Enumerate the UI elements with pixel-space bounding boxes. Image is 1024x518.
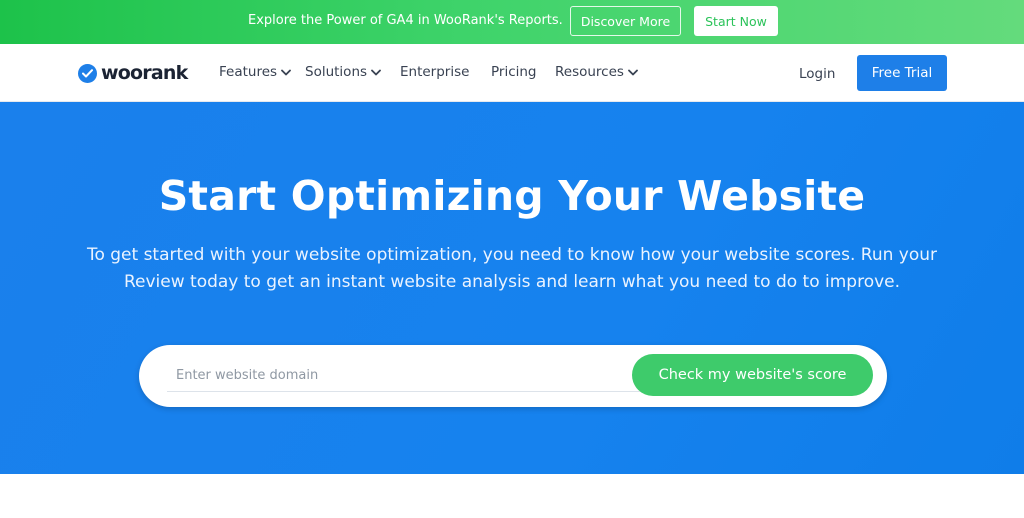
hero-subtitle: To get started with your website optimiz… — [86, 245, 938, 292]
discover-more-button[interactable]: Discover More — [570, 6, 681, 36]
navbar: woorank Features Solutions Enterprise Pr… — [0, 44, 1024, 102]
nav-item-enterprise[interactable]: Enterprise — [400, 64, 469, 80]
nav-item-solutions[interactable]: Solutions — [305, 64, 381, 80]
chevron-down-icon — [371, 69, 381, 75]
promo-banner: Explore the Power of GA4 in WooRank's Re… — [0, 0, 1024, 44]
logo[interactable]: woorank — [78, 61, 188, 85]
login-link[interactable]: Login — [799, 66, 835, 82]
check-score-button[interactable]: Check my website's score — [632, 354, 873, 396]
start-now-button[interactable]: Start Now — [694, 6, 778, 36]
website-search-form: Check my website's score — [139, 345, 887, 407]
nav-item-label: Features — [219, 64, 278, 80]
free-trial-button[interactable]: Free Trial — [857, 55, 947, 91]
logo-text: woorank — [101, 62, 188, 84]
nav-item-pricing[interactable]: Pricing — [491, 64, 537, 80]
hero-section: Start Optimizing Your Website To get sta… — [0, 102, 1024, 474]
promo-text: Explore the Power of GA4 in WooRank's Re… — [248, 13, 563, 28]
nav-item-features[interactable]: Features — [219, 64, 291, 80]
nav-item-label: Pricing — [491, 64, 537, 80]
chevron-down-icon — [281, 69, 291, 75]
check-circle-icon — [78, 63, 97, 83]
nav-item-resources[interactable]: Resources — [555, 64, 638, 80]
nav-item-label: Solutions — [305, 64, 368, 80]
nav-item-label: Resources — [555, 64, 624, 80]
chevron-down-icon — [628, 69, 638, 75]
hero-title: Start Optimizing Your Website — [158, 172, 866, 220]
nav-item-label: Enterprise — [400, 64, 470, 80]
